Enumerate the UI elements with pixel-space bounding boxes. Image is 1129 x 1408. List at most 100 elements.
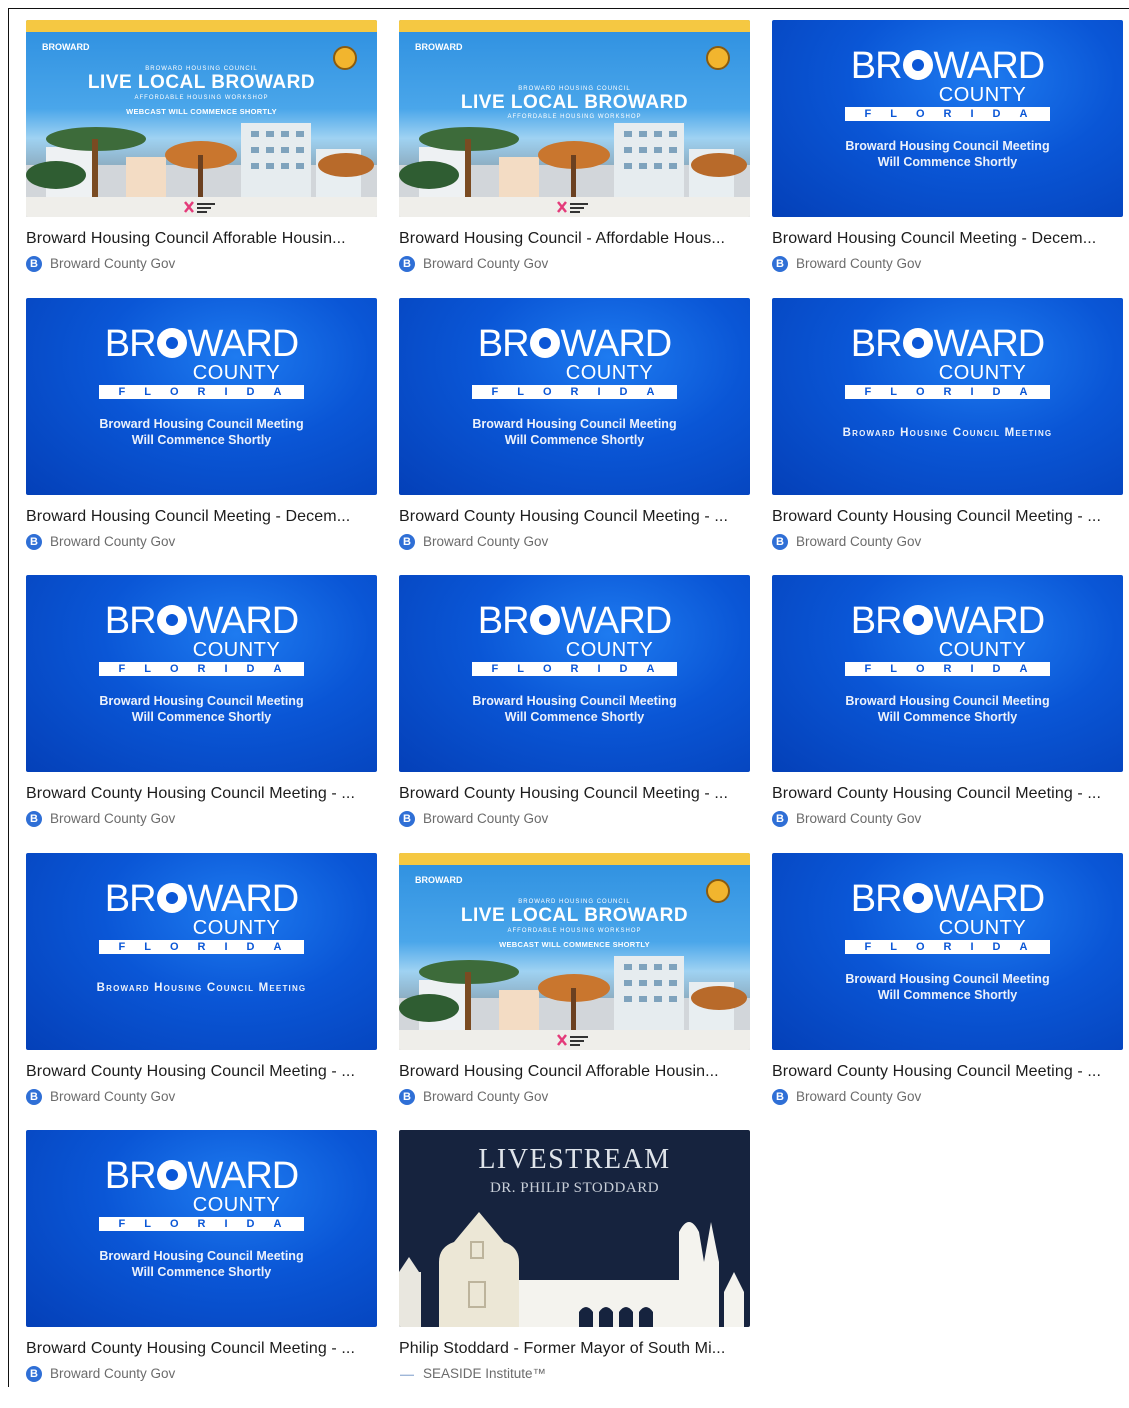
sun-icon — [902, 50, 933, 80]
video-thumbnail[interactable]: BR WARD COUNTY FLORIDA Broward Housing Co… — [772, 297, 1123, 495]
video-card[interactable]: BROWARD BROWARD HOUSING COUNCIL LIVE LOC… — [399, 852, 750, 1131]
channel-name[interactable]: Broward County Gov — [50, 811, 175, 827]
video-thumbnail[interactable]: BR WARD COUNTY FLORIDA Broward Housing Co… — [26, 297, 377, 495]
video-thumbnail[interactable]: BR WARD COUNTY FLORIDA Broward Housing Co… — [26, 1130, 377, 1327]
video-card[interactable]: BR WARD COUNTY FLORIDA Broward Housing Co… — [772, 297, 1123, 576]
channel-row[interactable]: B Broward County Gov — [26, 256, 377, 272]
video-thumbnail[interactable]: BR WARD COUNTY FLORIDA Broward Housing Co… — [26, 575, 377, 772]
channel-row[interactable]: B Broward County Gov — [399, 256, 750, 272]
channel-name[interactable]: Broward County Gov — [423, 256, 548, 272]
broward-mini-logo: BROWARD — [415, 42, 463, 52]
video-title[interactable]: Broward Housing Council - Affordable Hou… — [399, 229, 750, 249]
channel-row[interactable]: B Broward County Gov — [772, 811, 1123, 827]
video-title[interactable]: Philip Stoddard - Former Mayor of South … — [399, 1339, 750, 1359]
video-thumbnail[interactable]: BR WARD COUNTY FLORIDA Broward Housing Co… — [772, 852, 1123, 1050]
channel-name[interactable]: Broward County Gov — [50, 256, 175, 272]
broward-county-logo: BR WARD COUNTY FLORIDA — [772, 601, 1123, 677]
video-title[interactable]: Broward County Housing Council Meeting -… — [26, 1339, 377, 1359]
video-card[interactable]: BR WARD COUNTY FLORIDA Broward Housing Co… — [26, 297, 377, 576]
channel-row[interactable]: B Broward County Gov — [399, 1088, 750, 1105]
video-card[interactable]: BR WARD COUNTY FLORIDA Broward Housing Co… — [26, 575, 377, 853]
video-title[interactable]: Broward County Housing Council Meeting -… — [772, 1062, 1123, 1082]
channel-name[interactable]: Broward County Gov — [796, 256, 921, 272]
channel-avatar-icon: B — [772, 1088, 788, 1105]
channel-avatar-icon: B — [26, 1088, 42, 1105]
channel-row[interactable]: B Broward County Gov — [26, 1088, 377, 1105]
channel-row[interactable]: B Broward County Gov — [399, 811, 750, 827]
channel-row[interactable]: — SEASIDE Institute™ — [399, 1366, 750, 1382]
channel-name[interactable]: SEASIDE Institute™ — [423, 1366, 546, 1382]
broward-county-logo: BR WARD COUNTY FLORIDA — [26, 879, 377, 955]
channel-avatar-icon: B — [399, 1088, 415, 1105]
video-card[interactable]: BR WARD COUNTY FLORIDA Broward Housing Co… — [26, 852, 377, 1131]
video-thumbnail[interactable]: BR WARD COUNTY FLORIDA Broward Housing Co… — [772, 575, 1123, 772]
video-title[interactable]: Broward Housing Council Afforable Housin… — [399, 1062, 750, 1082]
video-thumbnail[interactable]: BR WARD COUNTY FLORIDA Broward Housing Co… — [772, 20, 1123, 217]
channel-avatar-icon: B — [772, 533, 788, 550]
thumbnail-subtitle: AFFORDABLE HOUSING WORKSHOP — [507, 927, 642, 934]
video-card[interactable]: BROWARD BROWARD HOUSING COUNCIL LIVE LOC… — [26, 20, 377, 298]
video-thumbnail[interactable]: BROWARD BROWARD HOUSING COUNCIL LIVE LOC… — [26, 20, 377, 217]
channel-name[interactable]: Broward County Gov — [50, 1089, 175, 1105]
channel-name[interactable]: Broward County Gov — [796, 534, 921, 550]
sun-icon — [156, 605, 187, 635]
video-card[interactable]: BR WARD COUNTY FLORIDA Broward Housing Co… — [399, 297, 750, 576]
channel-name[interactable]: Broward County Gov — [423, 1089, 548, 1105]
channel-name[interactable]: Broward County Gov — [50, 534, 175, 550]
channel-row[interactable]: B Broward County Gov — [772, 256, 1123, 272]
sun-icon — [156, 327, 187, 358]
channel-avatar-icon: B — [399, 533, 415, 550]
video-thumbnail[interactable]: LIVESTREAM DR. PHILIP STODDARD — [399, 1130, 750, 1327]
channel-row[interactable]: B Broward County Gov — [399, 533, 750, 550]
channel-name[interactable]: Broward County Gov — [423, 811, 548, 827]
channel-row[interactable]: B Broward County Gov — [26, 533, 377, 550]
video-thumbnail[interactable]: BR WARD COUNTY FLORIDA Broward Housing Co… — [26, 852, 377, 1050]
channel-row[interactable]: B Broward County Gov — [26, 1366, 377, 1382]
channel-avatar-icon: B — [772, 811, 788, 827]
channel-name[interactable]: Broward County Gov — [423, 534, 548, 550]
video-title[interactable]: Broward Housing Council Meeting - Decem.… — [26, 507, 377, 527]
channel-name[interactable]: Broward County Gov — [796, 1089, 921, 1105]
thumbnail-subtitle: AFFORDABLE HOUSING WORKSHOP — [134, 95, 269, 101]
channel-name[interactable]: Broward County Gov — [50, 1366, 175, 1382]
channel-row[interactable]: B Broward County Gov — [26, 811, 377, 827]
broward-county-logo: BR WARD COUNTY FLORIDA — [772, 46, 1123, 122]
thumbnail-title: LIVE LOCAL BROWARD — [87, 72, 316, 93]
thumbnail-title: LIVE LOCAL BROWARD — [460, 904, 689, 926]
video-title[interactable]: Broward County Housing Council Meeting -… — [399, 507, 750, 527]
video-thumbnail[interactable]: BROWARD BROWARD HOUSING COUNCIL LIVE LOC… — [399, 852, 750, 1050]
broward-county-logo: BR WARD COUNTY FLORIDA — [399, 324, 750, 400]
channel-avatar-icon: — — [400, 1366, 414, 1382]
thumbnail-caption: Broward Housing Council Meeting Will Com… — [845, 139, 1050, 169]
building-illustration — [399, 1212, 744, 1327]
video-title[interactable]: Broward County Housing Council Meeting -… — [26, 784, 377, 804]
video-grid: BROWARD BROWARD HOUSING COUNCIL LIVE LOC… — [26, 20, 1123, 1408]
channel-name[interactable]: Broward County Gov — [796, 811, 921, 827]
video-thumbnail[interactable]: BROWARD BROWARD HOUSING COUNCIL LIVE LOC… — [399, 20, 750, 217]
broward-county-logo: BR WARD COUNTY FLORIDA — [26, 324, 377, 400]
video-card[interactable]: BR WARD COUNTY FLORIDA Broward Housing Co… — [772, 575, 1123, 853]
video-card[interactable]: BR WARD COUNTY FLORIDA Broward Housing Co… — [399, 575, 750, 853]
video-card[interactable]: LIVESTREAM DR. PHILIP STODDARD Philip St… — [399, 1130, 750, 1408]
channel-avatar-icon: B — [26, 811, 42, 827]
banner-strip — [26, 20, 377, 32]
channel-row[interactable]: B Broward County Gov — [772, 533, 1123, 550]
video-thumbnail[interactable]: BR WARD COUNTY FLORIDA Broward Housing Co… — [399, 575, 750, 772]
video-thumbnail[interactable]: BR WARD COUNTY FLORIDA Broward Housing Co… — [399, 297, 750, 495]
video-card[interactable]: BR WARD COUNTY FLORIDA Broward Housing Co… — [26, 1130, 377, 1408]
channel-avatar-icon: B — [26, 256, 42, 272]
video-card[interactable]: BROWARD BROWARD HOUSING COUNCIL LIVE LOC… — [399, 20, 750, 298]
video-card[interactable]: BR WARD COUNTY FLORIDA Broward Housing Co… — [772, 20, 1123, 298]
video-title[interactable]: Broward County Housing Council Meeting -… — [399, 784, 750, 804]
partner-logo — [557, 201, 588, 213]
video-title[interactable]: Broward Housing Council Meeting - Decem.… — [772, 229, 1123, 249]
video-title[interactable]: Broward County Housing Council Meeting -… — [26, 1062, 377, 1082]
video-title[interactable]: Broward County Housing Council Meeting -… — [772, 784, 1123, 804]
video-title[interactable]: Broward Housing Council Afforable Housin… — [26, 229, 377, 249]
thumbnail-title: LIVESTREAM — [478, 1144, 671, 1175]
channel-row[interactable]: B Broward County Gov — [772, 1088, 1123, 1105]
video-card[interactable]: BR WARD COUNTY FLORIDA Broward Housing Co… — [772, 852, 1123, 1131]
video-title[interactable]: Broward County Housing Council Meeting -… — [772, 507, 1123, 527]
banner-strip — [399, 20, 750, 32]
broward-county-logo: BR WARD COUNTY FLORIDA — [772, 324, 1123, 400]
